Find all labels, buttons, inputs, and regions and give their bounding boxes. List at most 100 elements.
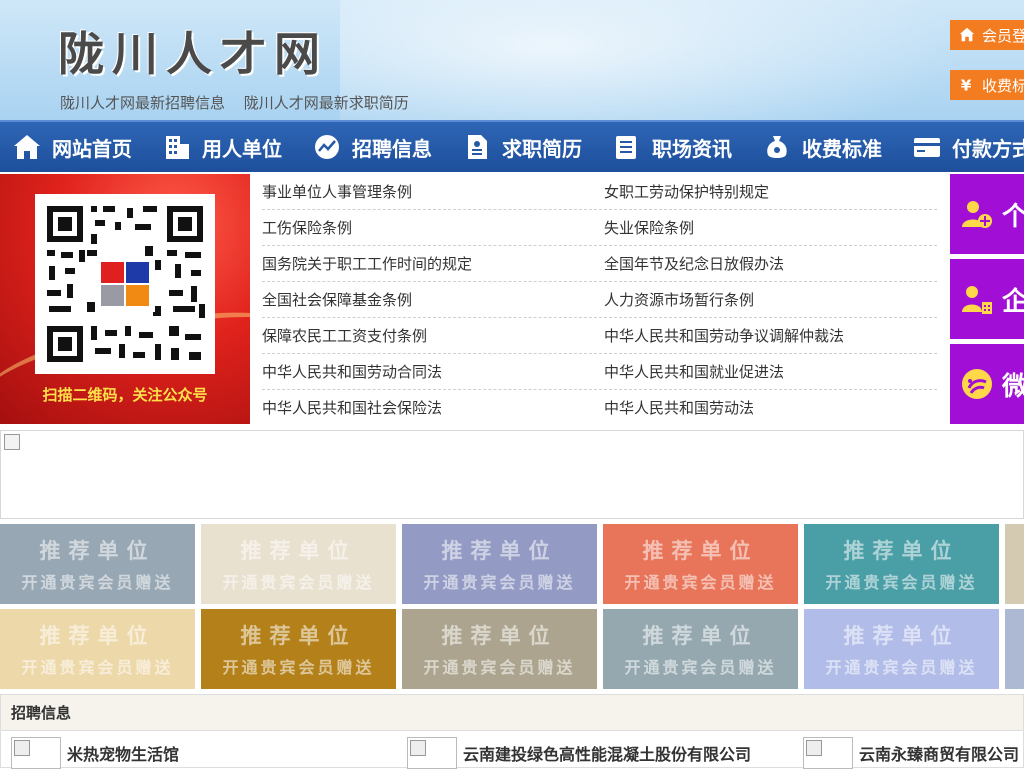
recommend-slot[interactable]: [1005, 609, 1024, 689]
law-link[interactable]: 保障农民工工资支付条例: [262, 318, 602, 354]
company-logo: [407, 737, 457, 769]
card-icon: [914, 138, 940, 157]
recommend-title: 推荐单位: [642, 539, 759, 563]
side-label: 个: [1002, 201, 1024, 232]
nav-item-jobs[interactable]: 招聘信息: [300, 122, 450, 172]
recommend-slot[interactable]: 推荐单位 开通贵宾会员赠送: [201, 524, 396, 604]
member-login-label: 会员登: [982, 26, 1024, 45]
company-item[interactable]: 云南建投绿色高性能混凝土股份有限公司: [407, 737, 751, 769]
nav-item-payment[interactable]: 付款方式: [900, 122, 1024, 172]
qr-code: [35, 194, 215, 374]
nav-label: 招聘信息: [352, 136, 432, 161]
nav-item-news[interactable]: 职场资讯: [600, 122, 750, 172]
nav-label: 求职简历: [502, 136, 582, 161]
law-link[interactable]: 中华人民共和国劳动争议调解仲裁法: [603, 318, 937, 354]
recommend-slot[interactable]: 推荐单位 开通贵宾会员赠送: [603, 609, 798, 689]
list-item: 事业单位人事管理条例 女职工劳动保护特别规定: [262, 174, 937, 210]
qr-caption: 扫描二维码，关注公众号: [42, 386, 208, 404]
site-title[interactable]: 陇川人才网: [58, 18, 328, 84]
law-link[interactable]: 全国年节及纪念日放假办法: [603, 246, 937, 282]
side-label: 微: [1002, 371, 1024, 402]
qr-code-image: [47, 206, 205, 362]
home-icon: [14, 135, 40, 159]
nav-label: 收费标准: [802, 136, 882, 161]
wechat-entry-button[interactable]: 微: [950, 344, 1024, 424]
person-add-icon: [962, 201, 992, 228]
recommend-slot[interactable]: [1005, 524, 1024, 604]
recommend-subtitle: 开通贵宾会员赠送: [21, 658, 174, 677]
wechat-icon: [962, 369, 992, 399]
recommend-slot[interactable]: 推荐单位 开通贵宾会员赠送: [402, 524, 597, 604]
chart-icon: [315, 135, 339, 159]
list-item: 保障农民工工资支付条例 中华人民共和国劳动争议调解仲裁法: [262, 318, 937, 354]
list-item: 中华人民共和国社会保险法 中华人民共和国劳动法: [262, 390, 937, 426]
resume-icon: [468, 135, 487, 159]
recommend-slot[interactable]: 推荐单位 开通贵宾会员赠送: [402, 609, 597, 689]
ad-banner[interactable]: [0, 430, 1024, 519]
recommend-subtitle: 开通贵宾会员赠送: [825, 658, 978, 677]
recommend-title: 推荐单位: [843, 624, 960, 648]
company-logo: [11, 737, 61, 769]
latest-jobs-link[interactable]: 陇川人才网最新招聘信息: [60, 94, 225, 112]
law-link[interactable]: 中华人民共和国劳动合同法: [262, 354, 602, 390]
recommend-subtitle: 开通贵宾会员赠送: [222, 658, 375, 677]
list-item: 全国社会保障基金条例 人力资源市场暂行条例: [262, 282, 937, 318]
recommend-slot[interactable]: 推荐单位 开通贵宾会员赠送: [804, 524, 999, 604]
nav-item-employers[interactable]: 用人单位: [150, 122, 300, 172]
list-item: 工伤保险条例 失业保险条例: [262, 210, 937, 246]
law-link[interactable]: 中华人民共和国就业促进法: [603, 354, 937, 390]
recommend-slot[interactable]: 推荐单位 开通贵宾会员赠送: [201, 609, 396, 689]
site-header: 陇川人才网 陇川人才网最新招聘信息 陇川人才网最新求职简历 会员登 ¥ 收费标: [0, 0, 1024, 120]
law-link[interactable]: 国务院关于职工工作时间的规定: [262, 246, 602, 282]
law-link[interactable]: 工伤保险条例: [262, 210, 602, 246]
recommend-subtitle: 开通贵宾会员赠送: [624, 658, 777, 677]
law-list: 事业单位人事管理条例 女职工劳动保护特别规定 工伤保险条例 失业保险条例 国务院…: [262, 174, 937, 426]
recommend-slot[interactable]: 推荐单位 开通贵宾会员赠送: [804, 609, 999, 689]
building-icon: [166, 136, 189, 159]
header-background: [340, 0, 1024, 120]
fee-standard-button[interactable]: ¥ 收费标: [950, 70, 1024, 100]
nav-item-home[interactable]: 网站首页: [0, 122, 150, 172]
header-links: 陇川人才网最新招聘信息 陇川人才网最新求职简历: [60, 92, 423, 113]
recommend-title: 推荐单位: [441, 624, 558, 648]
company-name: 云南永臻商贸有限公司: [859, 745, 1020, 764]
law-link[interactable]: 事业单位人事管理条例: [262, 174, 602, 210]
latest-resumes-link[interactable]: 陇川人才网最新求职简历: [244, 94, 409, 112]
nav-label: 网站首页: [52, 136, 132, 161]
company-logo: [803, 737, 853, 769]
company-item[interactable]: 米热宠物生活馆: [11, 737, 179, 769]
recommend-title: 推荐单位: [39, 624, 156, 648]
main-nav: 网站首页 用人单位 招聘信息 求职简历 职场资讯 收费标准 付款方式: [0, 120, 1024, 172]
law-link[interactable]: 失业保险条例: [603, 210, 937, 246]
recommend-subtitle: 开通贵宾会员赠送: [423, 658, 576, 677]
company-name: 米热宠物生活馆: [67, 745, 180, 764]
recommend-title: 推荐单位: [441, 539, 558, 563]
fee-standard-label: 收费标: [982, 76, 1024, 95]
recommend-slot[interactable]: 推荐单位 开通贵宾会员赠送: [0, 609, 195, 689]
recommend-title: 推荐单位: [39, 539, 156, 563]
yen-icon: ¥: [961, 76, 972, 94]
company-item[interactable]: 云南永臻商贸有限公司: [803, 737, 1019, 769]
law-link[interactable]: 女职工劳动保护特别规定: [603, 174, 937, 210]
section-title: 招聘信息: [1, 695, 1023, 731]
company-entry-button[interactable]: 企: [950, 259, 1024, 339]
side-label: 企: [1002, 286, 1024, 317]
law-link[interactable]: 全国社会保障基金条例: [262, 282, 602, 318]
nav-item-resumes[interactable]: 求职简历: [450, 122, 600, 172]
qr-promo: 扫描二维码，关注公众号: [0, 174, 250, 424]
law-link[interactable]: 中华人民共和国社会保险法: [262, 390, 602, 426]
member-login-button[interactable]: 会员登: [950, 20, 1024, 50]
nav-item-fees[interactable]: 收费标准: [750, 122, 900, 172]
recommend-title: 推荐单位: [240, 624, 357, 648]
recommend-title: 推荐单位: [843, 539, 960, 563]
recommend-slot[interactable]: 推荐单位 开通贵宾会员赠送: [603, 524, 798, 604]
recommend-slot[interactable]: 推荐单位 开通贵宾会员赠送: [0, 524, 195, 604]
personal-entry-button[interactable]: 个: [950, 174, 1024, 254]
company-name: 云南建投绿色高性能混凝土股份有限公司: [463, 745, 752, 764]
list-item: 国务院关于职工工作时间的规定 全国年节及纪念日放假办法: [262, 246, 937, 282]
recommend-subtitle: 开通贵宾会员赠送: [624, 573, 777, 592]
law-link[interactable]: 中华人民共和国劳动法: [604, 390, 937, 426]
law-link[interactable]: 人力资源市场暂行条例: [603, 282, 937, 318]
recruit-section: 招聘信息 米热宠物生活馆 云南建投绿色高性能混凝土股份有限公司 云南永臻商贸有限…: [0, 694, 1024, 769]
news-icon: [616, 136, 636, 159]
